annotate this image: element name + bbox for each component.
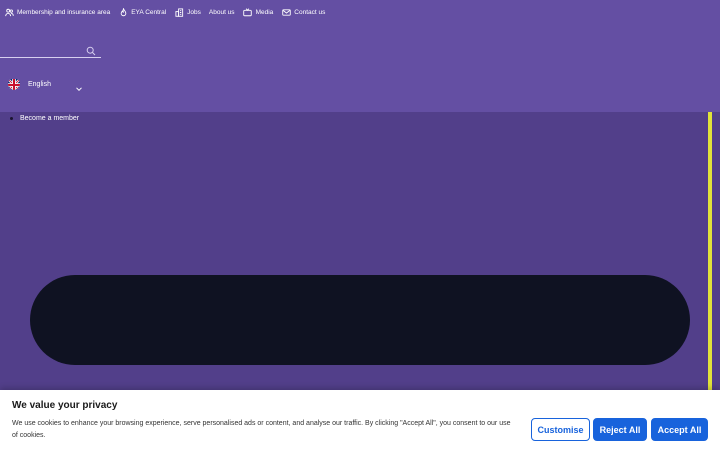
cookie-description: We use cookies to enhance your browsing … xyxy=(12,420,511,439)
cookie-consent-banner: We value your privacy We use cookies to … xyxy=(0,390,720,450)
uk-flag-icon xyxy=(8,78,20,90)
search-icon[interactable] xyxy=(86,43,96,56)
nav-eya-central-label: EYA Central xyxy=(131,8,167,16)
search-input[interactable] xyxy=(0,40,84,57)
nav-about-us-label: About us xyxy=(208,8,235,16)
nav-membership[interactable]: Membership and insurance area xyxy=(4,7,110,17)
language-selector[interactable]: English xyxy=(8,78,83,92)
users-icon xyxy=(4,7,14,17)
building-icon xyxy=(174,7,184,17)
tv-icon xyxy=(243,7,253,17)
nav-media[interactable]: Media xyxy=(243,7,274,17)
language-label: English xyxy=(28,80,51,88)
nav-contact-us-label: Contact us xyxy=(294,8,326,16)
secondary-nav: Become a member xyxy=(10,115,79,122)
nav-media-label: Media xyxy=(255,8,274,16)
nav-membership-label: Membership and insurance area xyxy=(17,8,111,16)
nav-contact-us[interactable]: Contact us xyxy=(281,7,325,17)
accept-all-button[interactable]: Accept All xyxy=(651,418,708,441)
bullet-marker xyxy=(10,117,13,120)
reject-all-button[interactable]: Reject All xyxy=(593,418,647,441)
top-navigation: Membership and insurance area EYA Centra… xyxy=(4,6,333,18)
top-header: Membership and insurance area EYA Centra… xyxy=(0,0,720,112)
search-box xyxy=(0,40,101,58)
nav-jobs[interactable]: Jobs xyxy=(174,7,201,17)
nav-about-us[interactable]: About us xyxy=(209,9,235,16)
mail-icon xyxy=(281,7,291,17)
accent-bar xyxy=(708,112,712,390)
cookie-title: We value your privacy xyxy=(12,400,118,411)
hero-banner xyxy=(30,275,690,365)
flame-icon xyxy=(118,7,128,17)
become-member-link[interactable]: Become a member xyxy=(20,115,79,122)
customise-button[interactable]: Customise xyxy=(531,418,590,441)
chevron-down-icon xyxy=(75,80,83,92)
nav-eya-central[interactable]: EYA Central xyxy=(118,7,166,17)
nav-jobs-label: Jobs xyxy=(187,8,201,16)
